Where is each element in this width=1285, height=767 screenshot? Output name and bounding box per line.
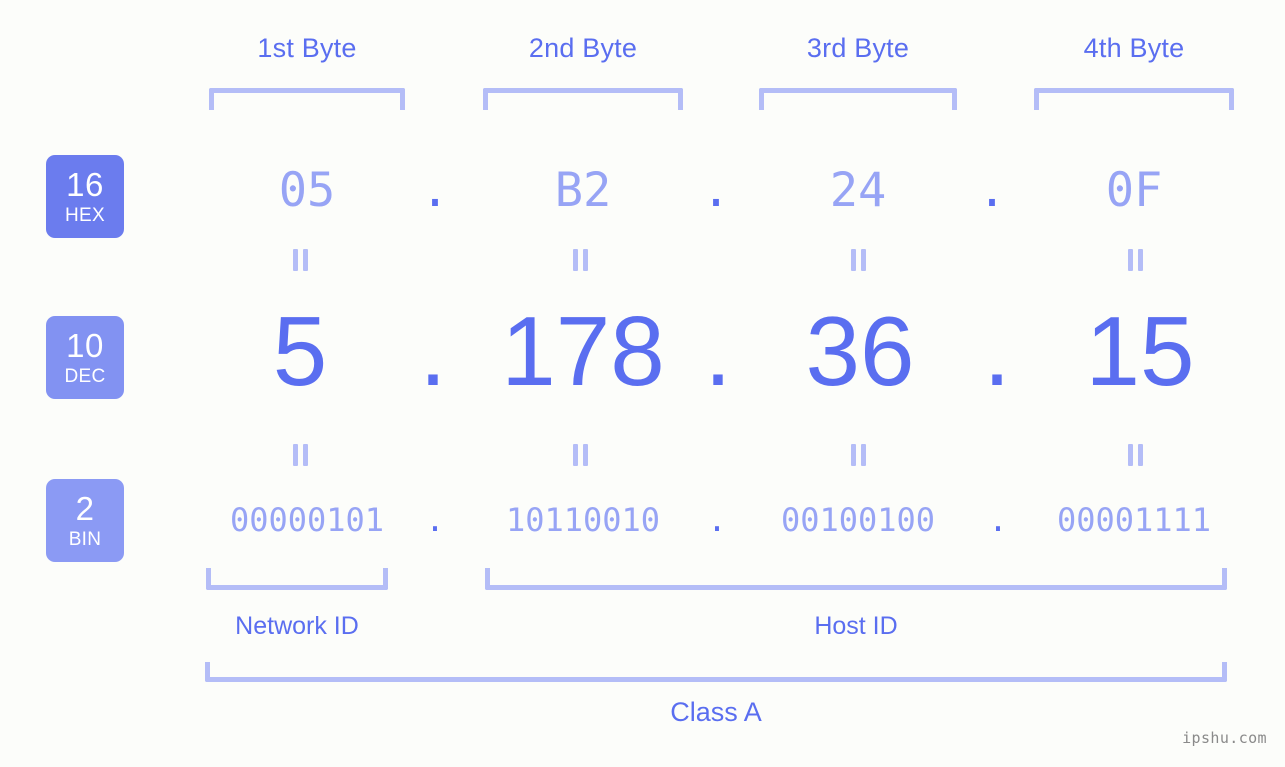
byte-label-3: 3rd Byte xyxy=(806,33,910,63)
hex-octet-1: 05 xyxy=(278,163,336,218)
dec-dot-1: . xyxy=(419,296,447,406)
equals-icon-hex-dec-2 xyxy=(568,249,592,271)
host-id-label: Host ID xyxy=(814,612,898,640)
bin-octet-2: 10110010 xyxy=(505,501,661,539)
byte-label-1: 1st Byte xyxy=(257,33,357,63)
hex-octet-4: 0F xyxy=(1105,163,1163,218)
bin-octet-1: 00000101 xyxy=(229,501,385,539)
equals-icon-dec-bin-3 xyxy=(846,444,870,466)
dec-octet-1: 5 xyxy=(272,296,328,406)
equals-icon-dec-bin-1 xyxy=(288,444,312,466)
base-badge-dec-name: DEC xyxy=(64,366,106,387)
class-bracket xyxy=(205,662,1227,682)
network-id-bracket xyxy=(206,568,388,590)
site-watermark: ipshu.com xyxy=(1182,729,1267,747)
byte-label-4: 4th Byte xyxy=(1083,33,1185,63)
hex-octet-3: 24 xyxy=(829,163,887,218)
hex-octet-2: B2 xyxy=(554,163,612,218)
base-badge-hex-number: 16 xyxy=(66,166,104,203)
equals-icon-dec-bin-4 xyxy=(1123,444,1147,466)
byte-bracket-3 xyxy=(759,88,957,110)
byte-bracket-1 xyxy=(209,88,405,110)
dec-octet-3: 36 xyxy=(805,296,915,406)
byte-bracket-2 xyxy=(483,88,683,110)
base-badge-hex-name: HEX xyxy=(65,205,105,226)
base-badge-bin-name: BIN xyxy=(68,529,102,550)
dec-dot-2: . xyxy=(704,296,732,406)
hex-value-row: 05 . B2 . 24 . 0F xyxy=(150,155,1250,235)
class-label: Class A xyxy=(670,697,762,727)
ip-breakdown-diagram: 1st Byte 2nd Byte 3rd Byte 4th Byte 16 H… xyxy=(0,0,1285,767)
hex-dot-3: . xyxy=(977,163,1007,218)
dec-value-row: 5 . 178 . 36 . 15 xyxy=(150,300,1250,410)
bin-dot-2: . xyxy=(707,501,727,539)
equals-icon-hex-dec-1 xyxy=(288,249,312,271)
bin-octet-3: 00100100 xyxy=(780,501,936,539)
base-badge-bin: 2 BIN xyxy=(46,479,124,562)
bin-octet-4: 00001111 xyxy=(1056,501,1212,539)
hex-dot-2: . xyxy=(701,163,731,218)
equals-icon-hex-dec-4 xyxy=(1123,249,1147,271)
bin-dot-1: . xyxy=(425,501,445,539)
dec-dot-3: . xyxy=(983,296,1011,406)
base-badge-bin-number: 2 xyxy=(75,490,95,527)
host-id-bracket xyxy=(485,568,1227,590)
byte-label-2: 2nd Byte xyxy=(528,33,638,63)
hex-dot-1: . xyxy=(420,163,450,218)
base-badge-dec: 10 DEC xyxy=(46,316,124,399)
dec-octet-4: 15 xyxy=(1085,296,1195,406)
network-id-label: Network ID xyxy=(235,612,359,640)
byte-bracket-4 xyxy=(1034,88,1234,110)
base-badge-hex: 16 HEX xyxy=(46,155,124,238)
equals-icon-dec-bin-2 xyxy=(568,444,592,466)
base-badge-dec-number: 10 xyxy=(66,327,104,364)
dec-octet-2: 178 xyxy=(501,296,665,406)
bin-value-row: 00000101 . 10110010 . 00100100 . 0000111… xyxy=(150,495,1250,555)
equals-icon-hex-dec-3 xyxy=(846,249,870,271)
